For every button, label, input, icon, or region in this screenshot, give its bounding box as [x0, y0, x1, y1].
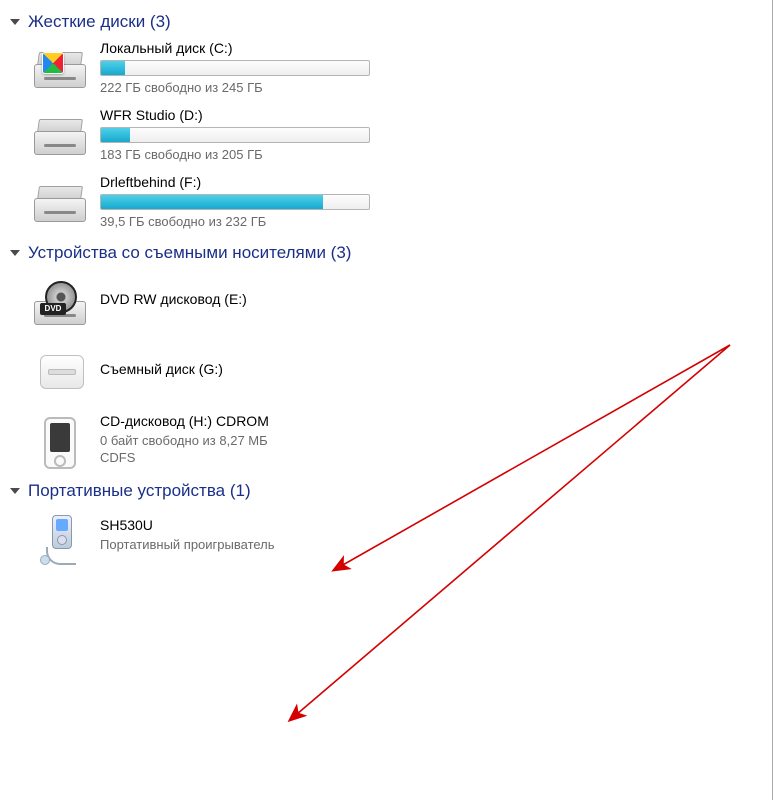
drive-label: Локальный диск (C:)	[100, 40, 376, 56]
drive-g-removable[interactable]: Съемный диск (G:)	[6, 343, 772, 409]
portable-player-icon	[24, 509, 96, 567]
drive-f-icon	[24, 174, 96, 222]
section-title: Устройства со съемными носителями (3)	[28, 243, 351, 263]
drive-e-dvd[interactable]: DVD DVD RW дисковод (E:)	[6, 267, 772, 343]
capacity-bar	[100, 194, 370, 210]
filesystem-text: CDFS	[100, 450, 376, 467]
capacity-fill	[101, 195, 323, 209]
collapse-arrow-icon	[10, 488, 20, 494]
explorer-drive-list: Жесткие диски (3) Локальный диск (C:) 22…	[0, 0, 772, 573]
drive-label: WFR Studio (D:)	[100, 107, 376, 123]
drive-d[interactable]: WFR Studio (D:) 183 ГБ свободно из 205 Г…	[6, 103, 772, 170]
section-header-hard-drives[interactable]: Жесткие диски (3)	[6, 6, 772, 36]
drive-label: Drleftbehind (F:)	[100, 174, 376, 190]
capacity-text: 183 ГБ свободно из 205 ГБ	[100, 147, 376, 164]
collapse-arrow-icon	[10, 250, 20, 256]
drive-label: Съемный диск (G:)	[100, 361, 376, 377]
drive-label: DVD RW дисковод (E:)	[100, 291, 376, 307]
capacity-text: 0 байт свободно из 8,27 МБ	[100, 433, 376, 450]
capacity-bar	[100, 127, 370, 143]
section-header-removable[interactable]: Устройства со съемными носителями (3)	[6, 237, 772, 267]
removable-disk-icon	[24, 347, 96, 395]
media-player-icon	[24, 413, 96, 469]
capacity-fill	[101, 128, 130, 142]
drive-c[interactable]: Локальный диск (C:) 222 ГБ свободно из 2…	[6, 36, 772, 103]
device-desc: Портативный проигрыватель	[100, 537, 376, 554]
device-label: SH530U	[100, 517, 376, 533]
section-title: Жесткие диски (3)	[28, 12, 171, 32]
dvd-badge: DVD	[40, 303, 66, 315]
drive-d-icon	[24, 107, 96, 155]
drive-h-cdrom[interactable]: CD-дисковод (H:) CDROM 0 байт свободно и…	[6, 409, 772, 475]
section-header-portable[interactable]: Портативные устройства (1)	[6, 475, 772, 505]
portable-sh530u[interactable]: SH530U Портативный проигрыватель	[6, 505, 772, 573]
drive-c-icon	[24, 40, 96, 88]
capacity-bar	[100, 60, 370, 76]
dvd-drive-icon: DVD	[24, 277, 96, 325]
collapse-arrow-icon	[10, 19, 20, 25]
drive-label: CD-дисковод (H:) CDROM	[100, 413, 376, 429]
capacity-text: 222 ГБ свободно из 245 ГБ	[100, 80, 376, 97]
section-title: Портативные устройства (1)	[28, 481, 251, 501]
drive-f[interactable]: Drleftbehind (F:) 39,5 ГБ свободно из 23…	[6, 170, 772, 237]
capacity-fill	[101, 61, 125, 75]
capacity-text: 39,5 ГБ свободно из 232 ГБ	[100, 214, 376, 231]
